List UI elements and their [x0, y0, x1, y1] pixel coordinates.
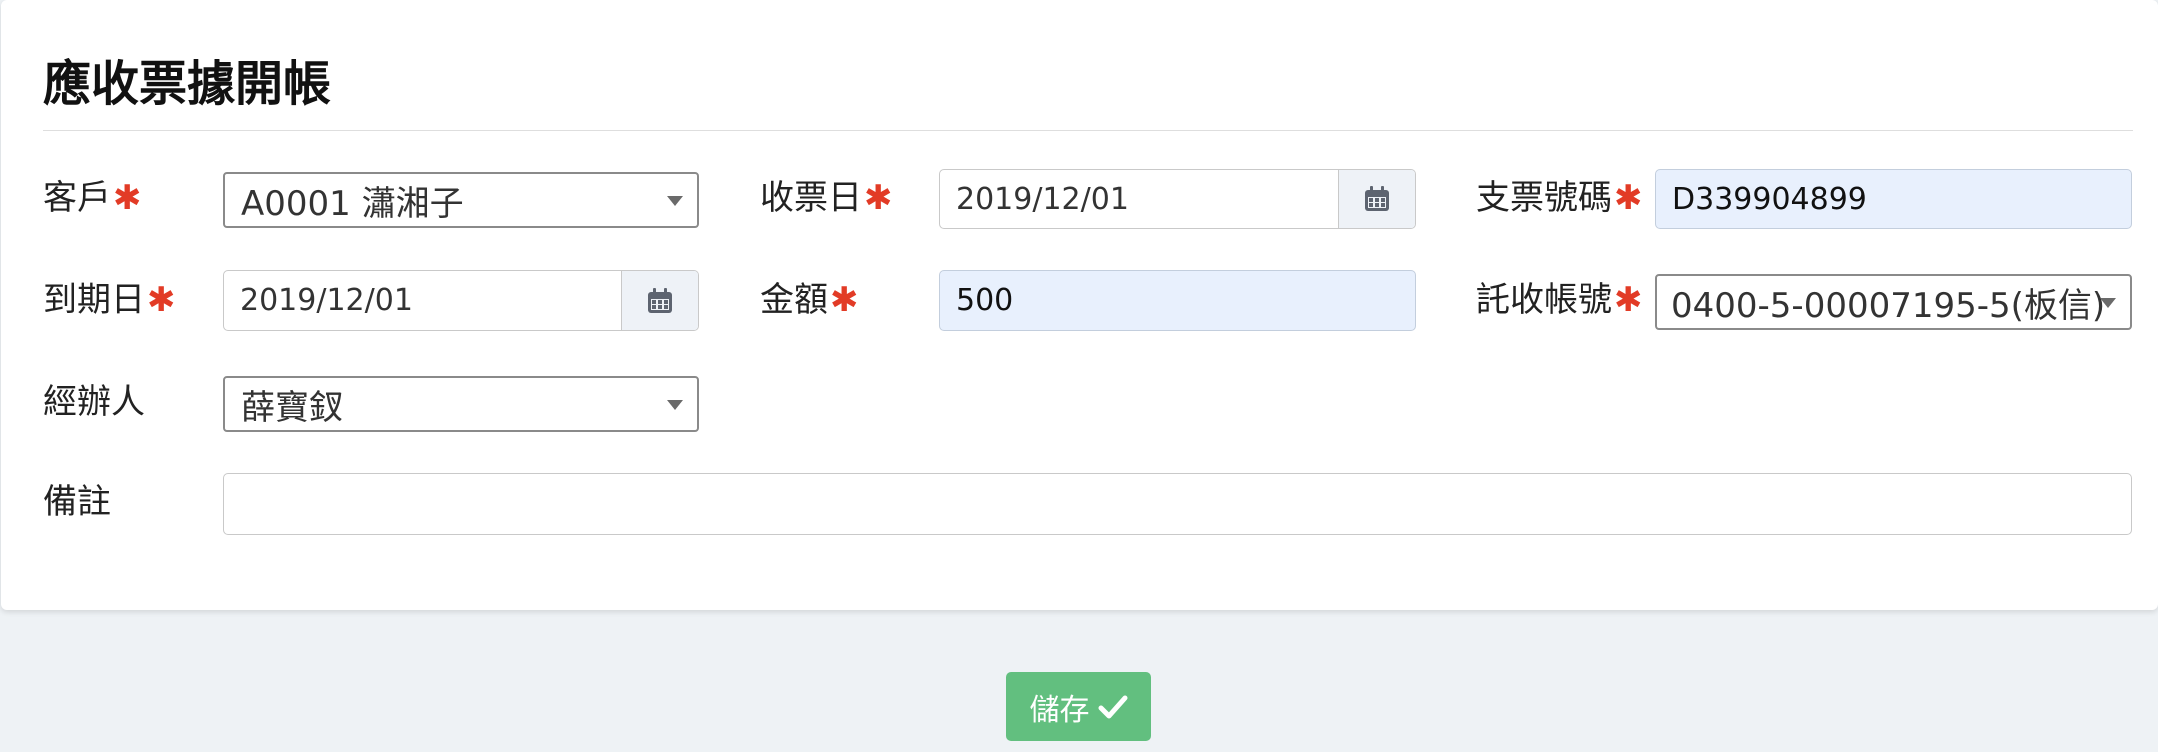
handler-select-value: 薛寶釵 — [241, 387, 343, 428]
receive-date-value: 2019/12/01 — [956, 181, 1129, 217]
customer-label: 客戶✱ — [43, 170, 142, 219]
chevron-down-icon — [667, 196, 683, 206]
save-button[interactable]: 儲存 — [1006, 672, 1151, 741]
collection-account-value: 0400-5-00007195-5(板信) — [1671, 285, 2106, 326]
page-title: 應收票據開帳 — [43, 56, 332, 112]
required-marker: ✱ — [1614, 178, 1643, 218]
handler-label: 經辦人 — [43, 374, 145, 423]
receive-date-label-text: 收票日 — [760, 178, 862, 218]
handler-select[interactable]: 薛寶釵 — [223, 376, 699, 432]
save-button-label: 儲存 — [1029, 692, 1090, 728]
amount-label: 金額✱ — [760, 272, 859, 321]
handler-label-text: 經辦人 — [43, 382, 145, 422]
due-date-calendar-button[interactable] — [621, 271, 698, 330]
customer-select-value: A0001 瀟湘子 — [241, 183, 464, 224]
title-divider — [43, 130, 2133, 131]
required-marker: ✱ — [113, 178, 142, 218]
collection-account-label: 託收帳號✱ — [1476, 272, 1643, 321]
required-marker: ✱ — [147, 280, 176, 320]
receive-date-label: 收票日✱ — [760, 170, 893, 219]
check-number-input[interactable]: D339904899 — [1655, 169, 2132, 229]
customer-label-text: 客戶 — [43, 178, 111, 218]
remarks-label-text: 備註 — [43, 482, 111, 522]
form-card: 應收票據開帳 客戶✱ A0001 瀟湘子 收票日✱ 2019/12/01 支票號… — [1, 0, 2158, 610]
check-icon — [1098, 695, 1127, 718]
required-marker: ✱ — [830, 280, 859, 320]
calendar-icon — [1365, 186, 1389, 211]
check-number-label: 支票號碼✱ — [1476, 170, 1643, 219]
check-number-label-text: 支票號碼 — [1476, 178, 1612, 218]
chevron-down-icon — [667, 400, 683, 410]
remarks-label: 備註 — [43, 474, 111, 523]
amount-input[interactable]: 500 — [939, 270, 1416, 331]
due-date-input[interactable]: 2019/12/01 — [223, 270, 699, 331]
receive-date-calendar-button[interactable] — [1338, 170, 1415, 228]
required-marker: ✱ — [864, 178, 893, 218]
check-number-value: D339904899 — [1672, 181, 1867, 217]
due-date-value: 2019/12/01 — [240, 283, 413, 318]
receive-date-input[interactable]: 2019/12/01 — [939, 169, 1416, 229]
remarks-input[interactable] — [223, 473, 2132, 535]
collection-account-select[interactable]: 0400-5-00007195-5(板信) — [1655, 274, 2132, 330]
required-marker: ✱ — [1614, 280, 1643, 320]
due-date-label: 到期日✱ — [43, 272, 176, 321]
customer-select[interactable]: A0001 瀟湘子 — [223, 172, 699, 228]
collection-account-label-text: 託收帳號 — [1476, 280, 1612, 320]
calendar-icon — [648, 287, 672, 313]
amount-label-text: 金額 — [760, 280, 828, 320]
due-date-label-text: 到期日 — [43, 280, 145, 320]
amount-value: 500 — [956, 283, 1014, 318]
chevron-down-icon — [2100, 298, 2116, 308]
